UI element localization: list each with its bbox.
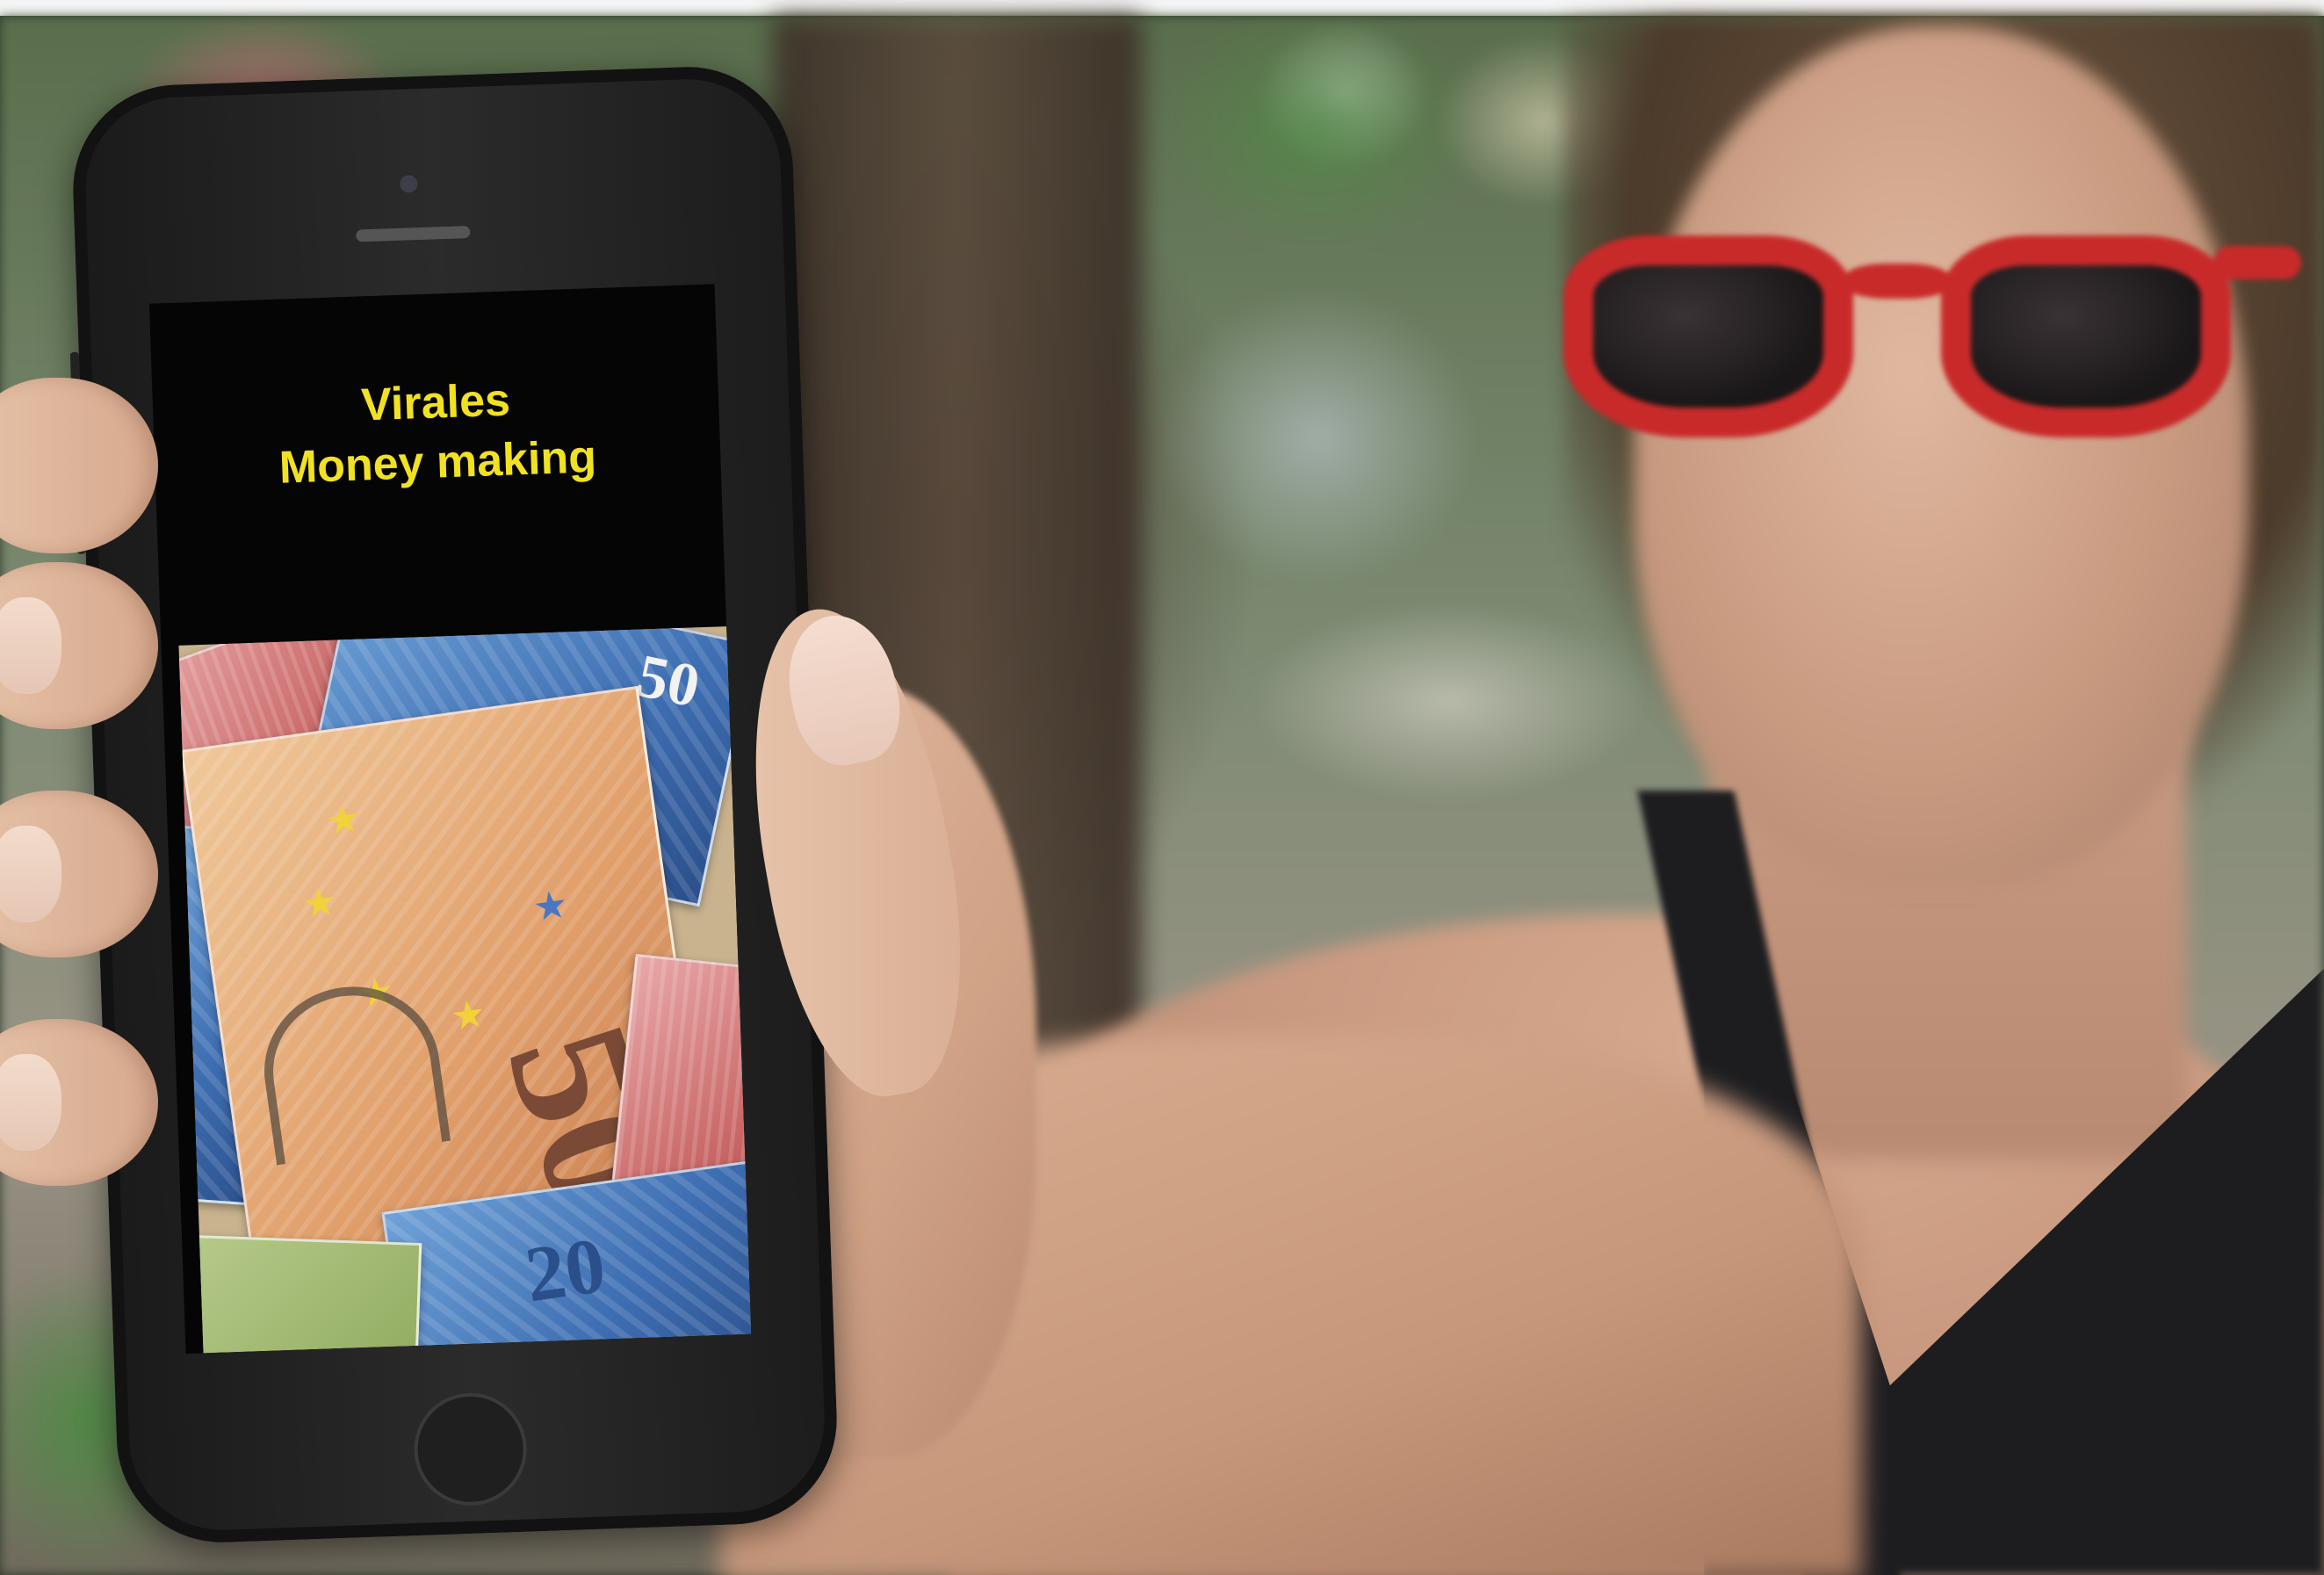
sunglasses-lens-left	[1563, 235, 1853, 437]
eu-star-icon: ★	[299, 879, 340, 928]
screen-title-line-2: Money making	[278, 431, 597, 494]
phone-screen: Virales Money making 50 ★ ★ ★ ★ ★ 50 20	[148, 284, 752, 1355]
screen-title: Virales Money making	[152, 363, 721, 502]
earpiece-speaker	[356, 226, 471, 242]
front-camera	[399, 175, 418, 193]
home-button	[412, 1391, 529, 1508]
sunglasses-temple	[2213, 246, 2301, 279]
screen-title-line-1: Virales	[360, 374, 511, 431]
smartphone: Virales Money making 50 ★ ★ ★ ★ ★ 50 20	[69, 63, 841, 1546]
archway-icon	[253, 975, 451, 1166]
sunglasses-bridge	[1844, 264, 1950, 299]
banknote	[182, 1234, 422, 1354]
fingernail	[0, 826, 61, 922]
fingernail	[0, 1054, 61, 1151]
fingernail	[0, 597, 61, 694]
red-sunglasses	[1563, 202, 2301, 474]
eu-star-icon: ★	[530, 882, 571, 930]
banknote-value: 20	[520, 1221, 611, 1319]
sunglasses-lens-right	[1941, 235, 2231, 437]
eu-star-icon: ★	[448, 991, 489, 1039]
euro-banknotes-image: 50 ★ ★ ★ ★ ★ 50 20	[178, 626, 752, 1354]
photo-scene: Virales Money making 50 ★ ★ ★ ★ ★ 50 20	[0, 0, 2324, 1575]
top-strip	[0, 0, 2324, 16]
eu-star-icon: ★	[322, 796, 364, 844]
banknote-value: 50	[631, 641, 706, 721]
